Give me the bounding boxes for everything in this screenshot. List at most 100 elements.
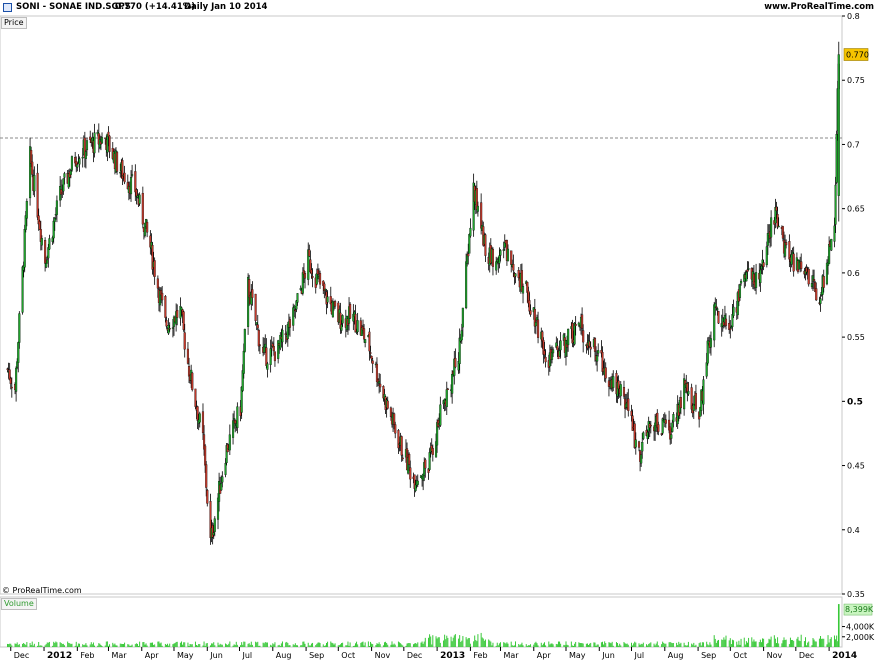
price-candle-body xyxy=(48,238,51,250)
volume-panel-label: Volume xyxy=(1,598,37,610)
price-candle-body xyxy=(248,279,251,298)
price-candle-body xyxy=(386,400,389,409)
price-candle-body xyxy=(491,248,495,267)
x-axis-label: Feb xyxy=(80,651,94,660)
price-candle-body xyxy=(264,343,267,348)
price-candle-body xyxy=(394,424,397,434)
price-candle-body xyxy=(747,268,750,270)
price-candle-body xyxy=(617,380,620,390)
price-candle-body xyxy=(213,518,216,532)
price-candle-body xyxy=(194,388,197,407)
price-candle-body xyxy=(204,445,207,466)
price-candle-body xyxy=(46,259,49,264)
price-candle-body xyxy=(612,376,615,388)
price-candle-body xyxy=(293,305,296,308)
price-chart: 0.8 0.75 0.7 0.65 0.6 0.55 0.5 0.45 0.4 0.35 4,000… xyxy=(0,12,875,660)
price-candle-body xyxy=(467,253,470,257)
price-candle-body xyxy=(730,326,733,329)
price-candle-body xyxy=(664,419,667,424)
x-axis-label: Jun xyxy=(209,651,223,660)
price-candle-body xyxy=(760,265,763,270)
price-candle-body xyxy=(574,324,577,326)
x-axis-label: May xyxy=(177,651,194,660)
x-axis-label: Feb xyxy=(473,651,487,660)
price-candle-body xyxy=(640,454,643,464)
price-candle-body xyxy=(729,328,732,330)
price-candle-body xyxy=(792,253,795,272)
price-candle-body xyxy=(458,337,461,365)
price-candle-body xyxy=(310,269,313,274)
price-candle-body xyxy=(637,441,641,448)
price-candle-body xyxy=(161,292,164,301)
price-candle-body xyxy=(465,261,468,309)
price-candle-body xyxy=(819,298,822,304)
price-candle-body xyxy=(78,158,81,165)
price-candle-body xyxy=(129,177,133,195)
x-axis-label: Aug xyxy=(668,651,684,660)
price-candle-body xyxy=(45,263,48,268)
price-candle-body xyxy=(496,259,499,262)
price-candle-body xyxy=(211,525,214,538)
price-candle-body xyxy=(810,283,813,288)
price-candle-body xyxy=(15,367,18,392)
price-candle-body xyxy=(828,244,831,264)
price-candle-body xyxy=(131,174,134,176)
price-candle-body xyxy=(550,352,554,360)
price-candle-body xyxy=(393,413,396,425)
price-candle-body xyxy=(397,430,400,449)
price-candle-body xyxy=(588,341,591,347)
x-axis-label: Sep xyxy=(701,651,716,660)
price-candle-body xyxy=(25,201,28,219)
price-candle-body xyxy=(205,464,208,488)
price-candle-body xyxy=(183,332,186,350)
x-axis-label: Sep xyxy=(309,651,324,660)
price-candle-body xyxy=(341,315,344,324)
price-candle-body xyxy=(349,303,352,319)
price-candle-body xyxy=(378,381,381,384)
price-candle-body xyxy=(627,398,630,411)
price-candle-body xyxy=(257,330,260,347)
price-candle-body xyxy=(272,346,275,352)
volume-axis-label: 2,000K xyxy=(846,633,875,642)
price-candle-body xyxy=(815,288,818,301)
price-candle-body xyxy=(556,345,559,351)
price-axis-label: 0.7 xyxy=(847,140,860,149)
price-candle-body xyxy=(431,448,434,455)
price-candle-body xyxy=(825,262,829,285)
price-candle-body xyxy=(334,301,337,307)
x-axis-label: Jun xyxy=(601,651,615,660)
price-candle-body xyxy=(534,321,537,327)
price-candle-body xyxy=(9,378,12,384)
price-candle-body xyxy=(146,221,149,233)
price-candle-body xyxy=(552,349,555,354)
price-candle-body xyxy=(834,184,837,225)
price-candle-body xyxy=(424,459,427,469)
price-candle-body xyxy=(400,436,403,456)
price-candle-body xyxy=(371,360,374,364)
price-candle-body xyxy=(212,532,215,536)
price-candle-body xyxy=(837,54,840,196)
price-candle-body xyxy=(369,352,372,354)
price-candle-body xyxy=(732,306,735,316)
price-candle-body xyxy=(581,314,584,329)
price-axis-label: 0.35 xyxy=(847,590,865,599)
price-candle-body xyxy=(182,311,185,330)
price-candle-body xyxy=(517,270,520,278)
price-axis-label: 0.6 xyxy=(847,269,860,278)
price-candle-body xyxy=(687,391,690,395)
price-candle-body xyxy=(791,252,794,255)
price-candle-body xyxy=(528,300,531,312)
price-axis-label: 0.55 xyxy=(847,333,865,342)
price-candle-body xyxy=(630,410,633,416)
price-candle-body xyxy=(232,420,235,438)
price-candle-body xyxy=(717,311,720,324)
price-candle-body xyxy=(597,350,600,354)
price-candle-body xyxy=(251,289,254,298)
price-candle-body xyxy=(186,348,189,364)
price-candle-body xyxy=(176,310,179,318)
price-candle-body xyxy=(657,424,660,432)
price-candle-body xyxy=(135,189,138,197)
price-candle-body xyxy=(255,322,258,325)
price-candle-body xyxy=(510,250,513,265)
price-candle-body xyxy=(702,379,705,405)
